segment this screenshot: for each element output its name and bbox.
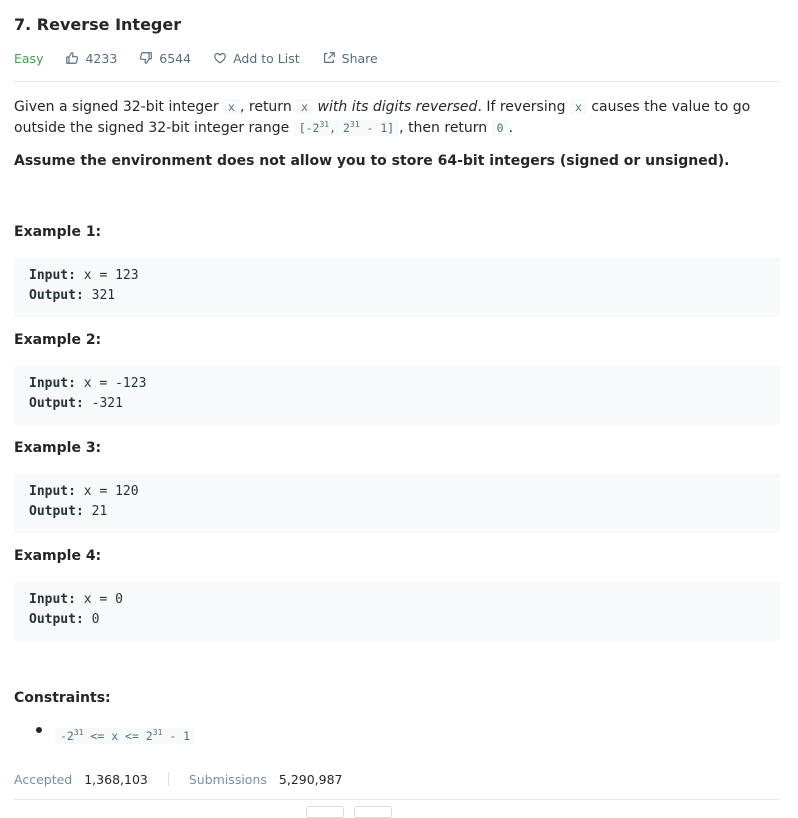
footer-button-partial[interactable]: [354, 806, 392, 818]
example-box: Input: x = 0 Output: 0: [14, 581, 780, 641]
footer-divider: [14, 799, 780, 800]
example-box: Input: x = -123 Output: -321: [14, 365, 780, 425]
problem-title: 7. Reverse Integer: [14, 15, 182, 34]
code-zero: 0: [491, 120, 509, 136]
example-title: Example 2:: [14, 332, 102, 348]
input-value: x = 120: [75, 484, 139, 499]
example-title: Example 3:: [14, 440, 102, 456]
share-label: Share: [341, 50, 378, 66]
output-value: -321: [83, 396, 123, 411]
heart-icon: [214, 53, 226, 64]
problem-meta-bar: Easy 4233 6544 Add to List Share: [14, 49, 400, 67]
constraint-part: <= x <= 2: [83, 729, 153, 743]
list-bullet: [36, 727, 42, 733]
dislike-button[interactable]: 6544: [139, 51, 191, 66]
difficulty-badge: Easy: [14, 50, 44, 66]
constraint-exponent: 31: [73, 728, 84, 738]
input-value: x = 0: [75, 592, 123, 607]
footer-button-partial[interactable]: [306, 806, 344, 818]
code-x: x: [296, 99, 314, 115]
range-exponent: 31: [349, 120, 360, 130]
accepted-value: 1,368,103: [84, 771, 148, 787]
input-value: x = 123: [75, 268, 139, 283]
dislike-count: 6544: [159, 50, 192, 66]
like-button[interactable]: 4233: [65, 51, 117, 66]
output-value: 21: [83, 504, 108, 519]
output-label: Output:: [29, 396, 84, 411]
submission-stats: Accepted 1,368,103 Submissions 5,290,987: [14, 770, 343, 788]
example-output-line: Output: 321: [29, 286, 115, 306]
constraint-code: -231 <= x <= 231 - 1: [55, 728, 196, 744]
constraint-part: - 1: [162, 729, 191, 743]
example-input-line: Input: x = 0: [29, 590, 123, 610]
range-part: - 1]: [359, 121, 395, 135]
share-button[interactable]: Share: [322, 51, 378, 66]
constraint-part: -2: [60, 729, 74, 743]
example-title: Example 4:: [14, 548, 102, 564]
submissions-label: Submissions: [188, 771, 267, 787]
output-value: 321: [83, 288, 116, 303]
code-x: x: [223, 99, 240, 115]
desc-text: .: [508, 120, 514, 136]
code-range: [-231, 231 - 1]: [293, 120, 400, 136]
range-exponent: 31: [319, 120, 330, 130]
example-box: Input: x = 120 Output: 21: [14, 473, 780, 533]
output-label: Output:: [29, 288, 84, 303]
code-x: x: [569, 99, 587, 115]
input-value: x = -123: [75, 376, 147, 391]
example-output-line: Output: 21: [29, 502, 107, 522]
environment-note: Assume the environment does not allow yo…: [14, 153, 730, 169]
input-label: Input:: [29, 484, 76, 499]
stats-separator: [167, 772, 169, 786]
example-box: Input: x = 123 Output: 321: [14, 257, 780, 317]
output-value: 0: [83, 612, 100, 627]
constraint-exponent: 31: [152, 728, 163, 738]
desc-emphasis: with its digits reversed: [313, 99, 478, 115]
problem-description: Given a signed 32-bit integer x, return …: [14, 97, 780, 139]
description-paragraph: Given a signed 32-bit integer x, return …: [14, 97, 780, 139]
constraint-item: -231 <= x <= 231 - 1: [55, 725, 196, 744]
constraints-title: Constraints:: [14, 690, 111, 706]
input-label: Input:: [29, 592, 76, 607]
example-input-line: Input: x = 123: [29, 266, 139, 286]
range-part: [-2: [298, 121, 320, 135]
output-label: Output:: [29, 504, 84, 519]
share-icon: [323, 52, 335, 63]
range-part: , 2: [329, 121, 350, 135]
desc-text: , return: [239, 99, 297, 115]
add-to-list-label: Add to List: [233, 50, 300, 66]
example-input-line: Input: x = -123: [29, 374, 146, 394]
like-count: 4233: [85, 50, 118, 66]
thumbs-down-icon: [140, 52, 153, 64]
example-title: Example 1:: [14, 224, 102, 240]
thumbs-up-icon: [66, 52, 79, 64]
submissions-value: 5,290,987: [278, 771, 343, 787]
output-label: Output:: [29, 612, 84, 627]
example-output-line: Output: -321: [29, 394, 123, 414]
desc-text: , then return: [399, 120, 492, 136]
example-input-line: Input: x = 120: [29, 482, 139, 502]
accepted-label: Accepted: [14, 771, 73, 787]
desc-text: . If reversing: [477, 99, 570, 115]
add-to-list-button[interactable]: Add to List: [213, 51, 300, 66]
input-label: Input:: [29, 376, 76, 391]
header-divider: [14, 81, 780, 82]
desc-text: Given a signed 32-bit integer: [14, 99, 224, 115]
input-label: Input:: [29, 268, 76, 283]
example-output-line: Output: 0: [29, 610, 99, 630]
